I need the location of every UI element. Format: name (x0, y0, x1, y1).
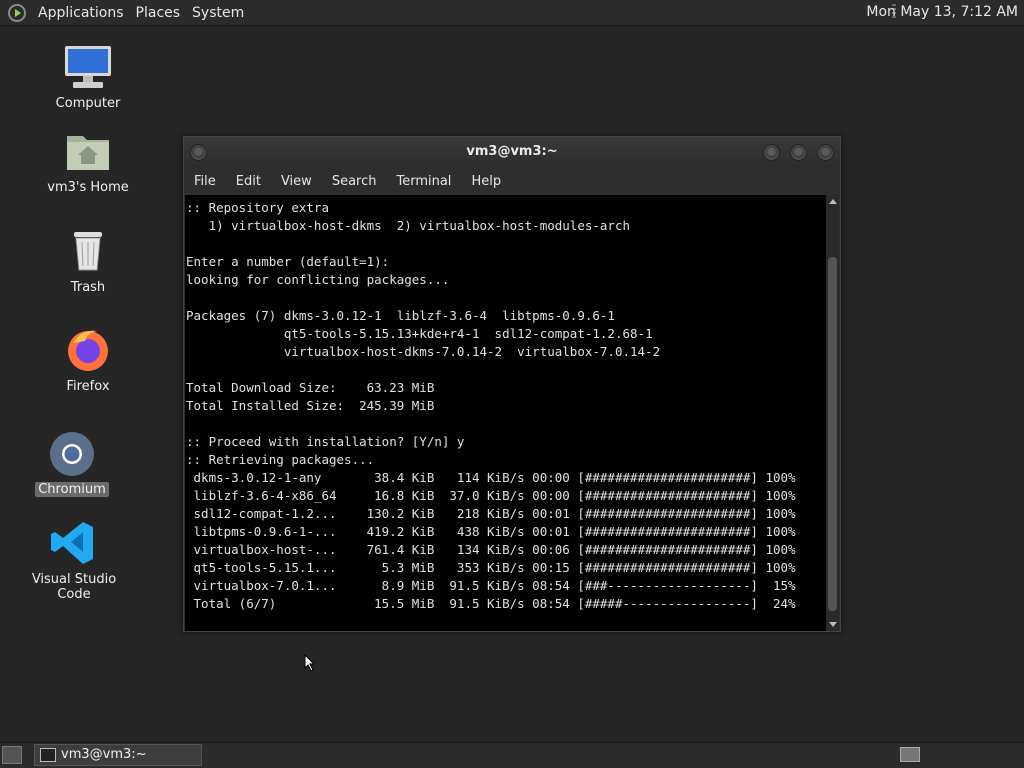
desktop-icon-vscode[interactable]: Visual Studio Code (19, 520, 129, 602)
bottom-panel: vm3@vm3:~ (0, 742, 1024, 768)
minimize-button[interactable] (763, 144, 780, 161)
taskbar-item-label: vm3@vm3:~ (61, 747, 147, 762)
desktop-icon-computer[interactable]: Computer (33, 44, 143, 111)
trash-icon (63, 228, 113, 274)
home-folder-icon (63, 128, 113, 174)
terminal-icon (40, 748, 56, 762)
top-panel: Applications Places System Mon May 13, 7… (0, 0, 1024, 26)
firefox-icon (63, 327, 113, 373)
menu-system[interactable]: System (192, 5, 244, 21)
vscode-icon (49, 520, 99, 566)
menu-applications[interactable]: Applications (38, 5, 124, 21)
terminal-text: :: Repository extra 1) virtualbox-host-d… (186, 200, 796, 611)
maximize-button[interactable] (790, 144, 807, 161)
chromium-icon (47, 430, 97, 476)
terminal-menubar: File Edit View Search Terminal Help (184, 167, 840, 195)
scroll-down-icon[interactable] (829, 622, 837, 627)
desktop-icon-home[interactable]: vm3's Home (33, 128, 143, 195)
desktop-icon-label: vm3's Home (47, 180, 129, 195)
show-desktop-icon[interactable] (2, 746, 22, 764)
workspace-switcher[interactable] (900, 747, 920, 762)
window-menu-button[interactable] (190, 144, 207, 161)
clock[interactable]: Mon May 13, 7:12 AM (866, 4, 1018, 20)
taskbar-item-terminal[interactable]: vm3@vm3:~ (34, 744, 202, 766)
terminal-window[interactable]: vm3@vm3:~ File Edit View Search Terminal… (183, 136, 841, 632)
computer-icon (63, 44, 113, 90)
desktop-icon-label: Computer (55, 96, 121, 111)
scroll-thumb[interactable] (828, 257, 837, 611)
desktop-icon-label: Visual Studio Code (31, 572, 117, 602)
distro-logo-icon[interactable] (8, 3, 26, 22)
desktop-icon-label: Trash (70, 280, 106, 295)
desktop-icon-chromium[interactable]: Chromium (17, 430, 127, 497)
terminal-scrollbar[interactable] (826, 195, 839, 631)
scroll-up-icon[interactable] (829, 199, 837, 204)
desktop-icon-label: Chromium (35, 482, 109, 497)
desktop-icon-firefox[interactable]: Firefox (33, 327, 143, 394)
mouse-cursor-icon (304, 654, 316, 672)
menu-places[interactable]: Places (136, 5, 181, 21)
desktop-icon-trash[interactable]: Trash (33, 228, 143, 295)
terminal-output[interactable]: :: Repository extra 1) virtualbox-host-d… (185, 195, 827, 631)
menu-edit[interactable]: Edit (226, 174, 271, 189)
menu-help[interactable]: Help (461, 174, 511, 189)
menu-view[interactable]: View (271, 174, 322, 189)
close-button[interactable] (817, 144, 834, 161)
menu-search[interactable]: Search (322, 174, 387, 189)
menu-terminal[interactable]: Terminal (386, 174, 461, 189)
window-title: vm3@vm3:~ (466, 144, 558, 159)
menu-file[interactable]: File (184, 174, 226, 189)
desktop-icon-label: Firefox (66, 379, 110, 394)
window-titlebar[interactable]: vm3@vm3:~ (184, 137, 840, 167)
